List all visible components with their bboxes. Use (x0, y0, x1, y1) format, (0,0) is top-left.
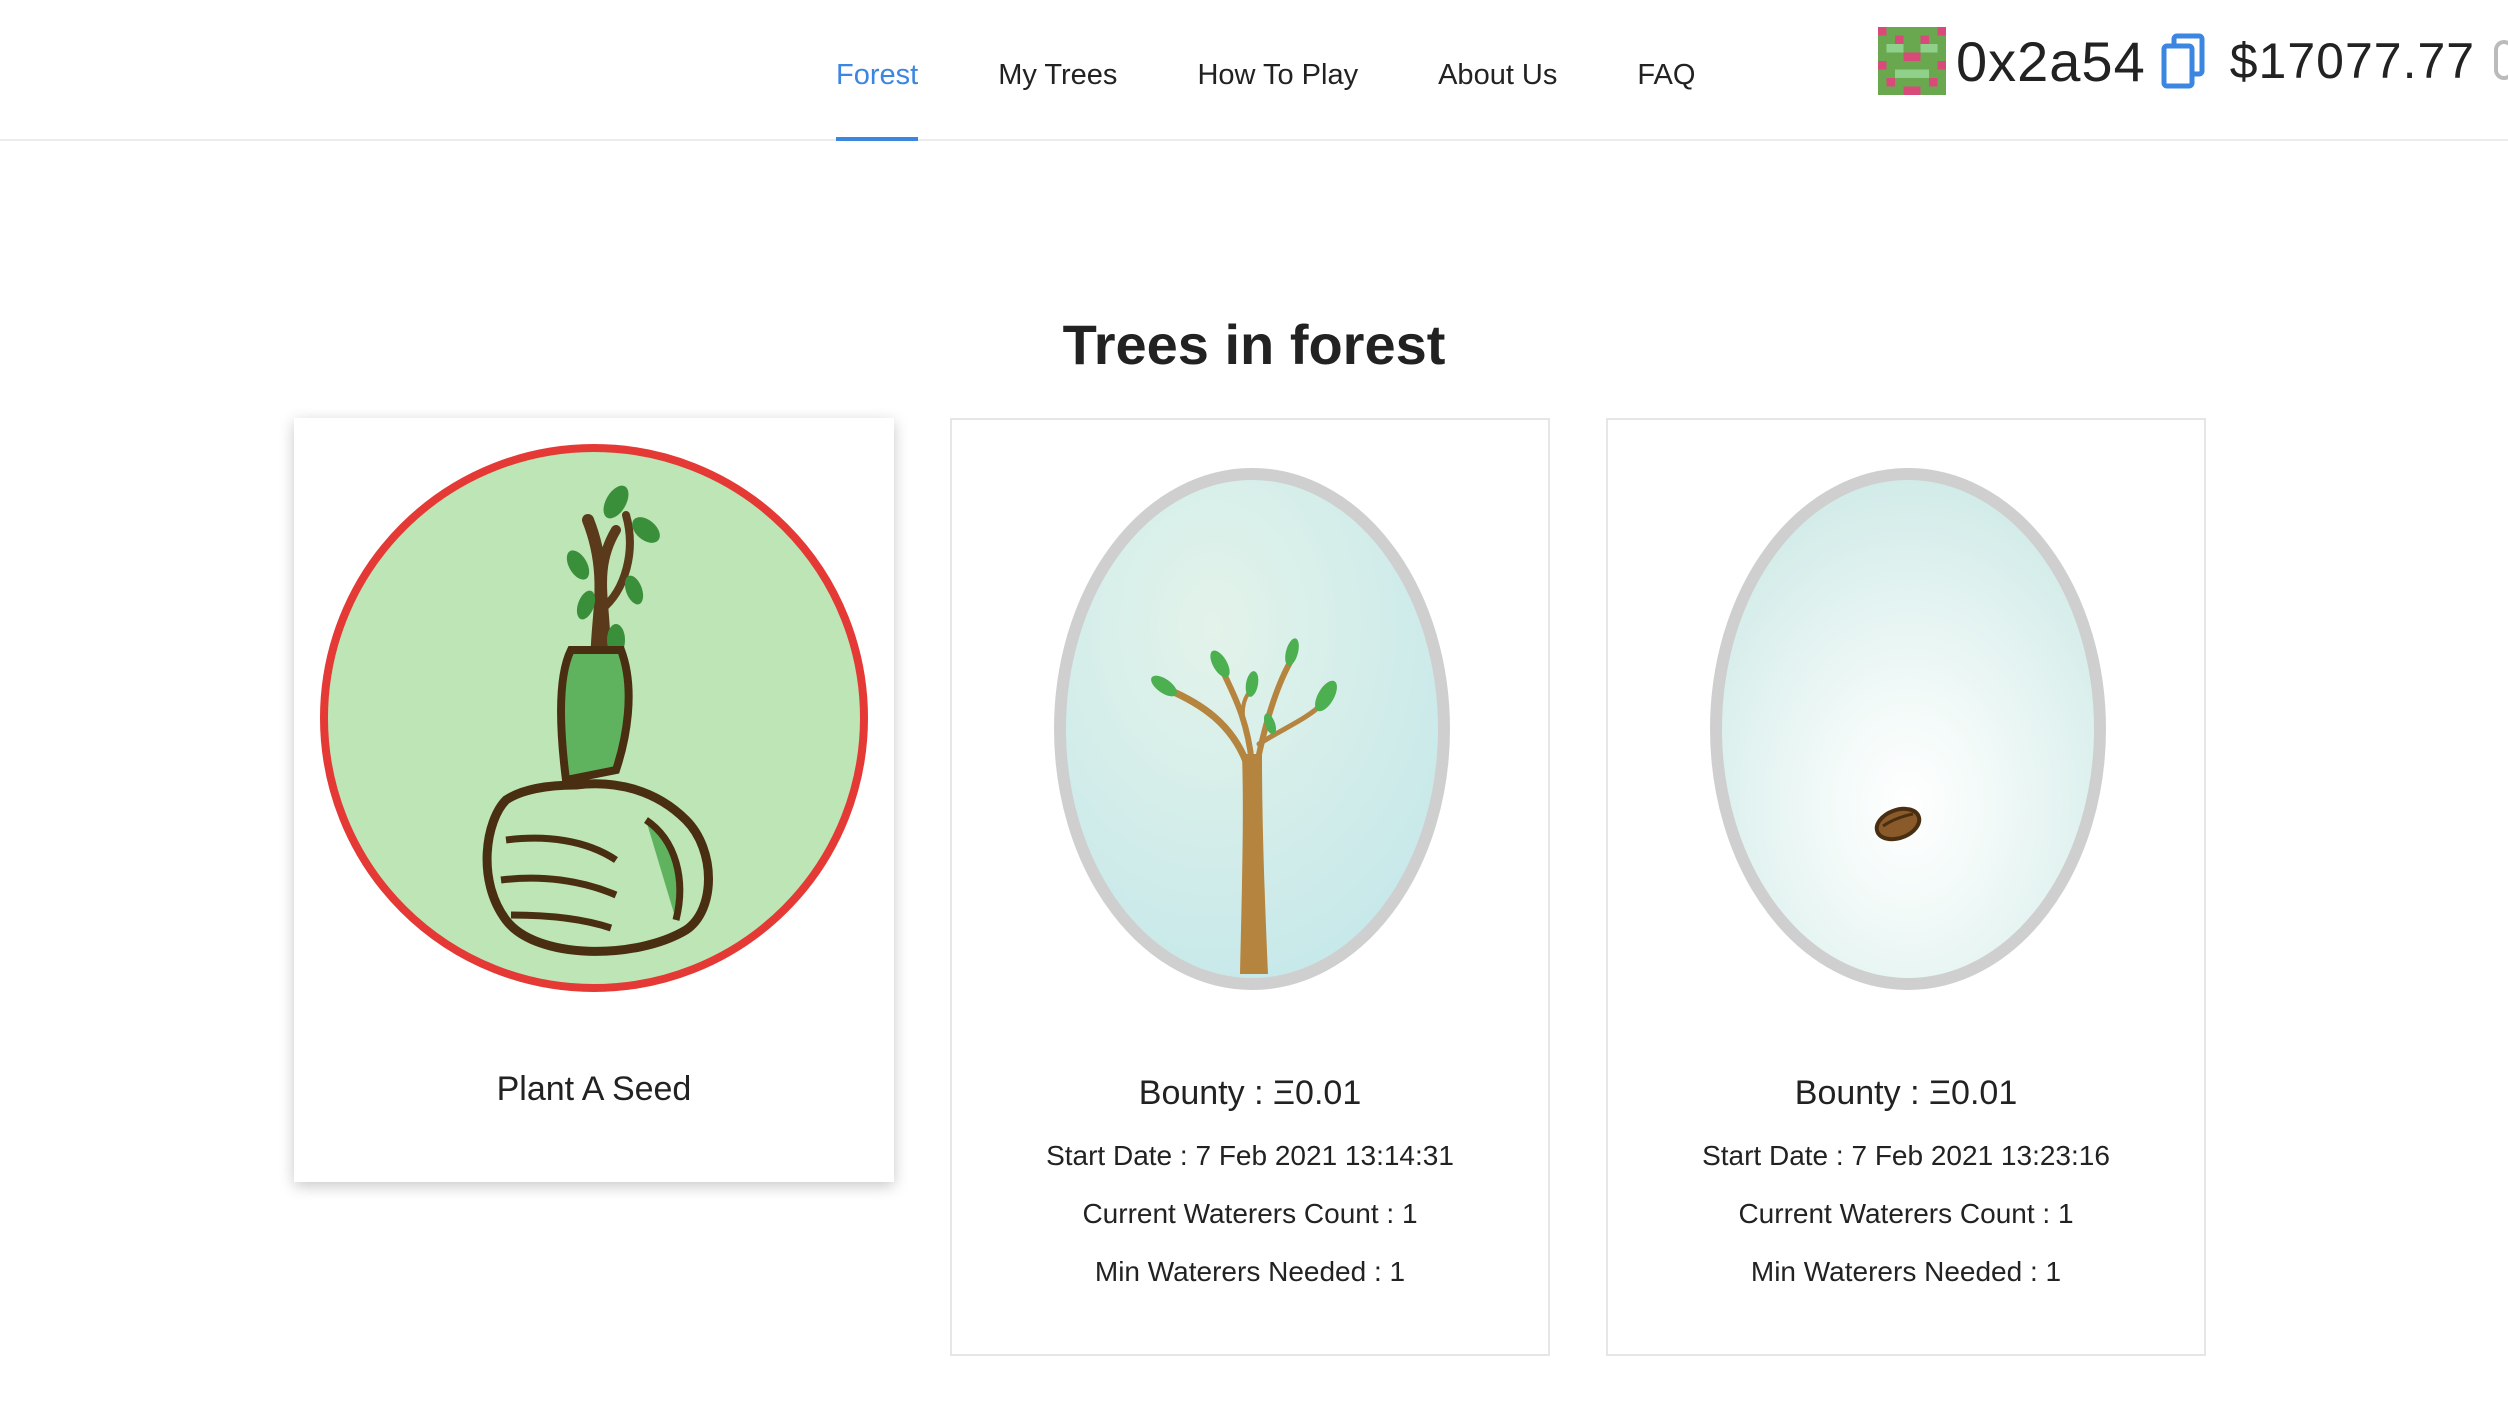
copy-icon[interactable] (2160, 33, 2206, 89)
main-nav: Forest My Trees How To Play About Us FAQ (836, 0, 1775, 141)
wallet-balance: $17077.77 (2229, 33, 2476, 89)
plant-seed-label: Plant A Seed (496, 1070, 692, 1108)
clipped-header-icon (2494, 40, 2508, 80)
tree-start-date: Start Date : 7 Feb 2021 13:23:16 (1702, 1140, 2110, 1171)
tree-waterers-count: Current Waterers Count : 1 (1082, 1198, 1418, 1229)
top-header: Forest My Trees How To Play About Us FAQ… (0, 0, 2508, 141)
tree-min-waterers: Min Waterers Needed : 1 (1094, 1256, 1406, 1287)
tab-about-us[interactable]: About Us (1438, 0, 1557, 141)
sapling-icon (1054, 468, 1450, 990)
tab-how-to-play[interactable]: How To Play (1197, 0, 1358, 141)
tab-forest[interactable]: Forest (836, 0, 919, 141)
plant-seed-card[interactable]: Plant A Seed (294, 418, 894, 1182)
tab-faq[interactable]: FAQ (1637, 0, 1695, 141)
tree-bounty: Bounty : Ξ0.01 (1138, 1074, 1362, 1112)
wallet-address: 0x2a54 (1956, 29, 2146, 93)
tree-min-waterers: Min Waterers Needed : 1 (1750, 1256, 2062, 1287)
tree-card[interactable]: Bounty : Ξ0.01 Start Date : 7 Feb 2021 1… (1606, 418, 2206, 1356)
tree-bounty: Bounty : Ξ0.01 (1794, 1074, 2018, 1112)
tree-card[interactable]: Bounty : Ξ0.01 Start Date : 7 Feb 2021 1… (950, 418, 1550, 1356)
identicon-avatar-icon (1878, 27, 1946, 95)
seed-icon (1710, 468, 2106, 990)
tree-waterers-count: Current Waterers Count : 1 (1738, 1198, 2074, 1229)
thumbs-up-sprout-icon (320, 444, 868, 992)
tree-start-date: Start Date : 7 Feb 2021 13:14:31 (1046, 1140, 1454, 1171)
tab-my-trees[interactable]: My Trees (998, 0, 1117, 141)
account-area: 0x2a54 $17077.77 (1878, 20, 2475, 102)
page-title: Trees in forest (1062, 313, 1446, 376)
